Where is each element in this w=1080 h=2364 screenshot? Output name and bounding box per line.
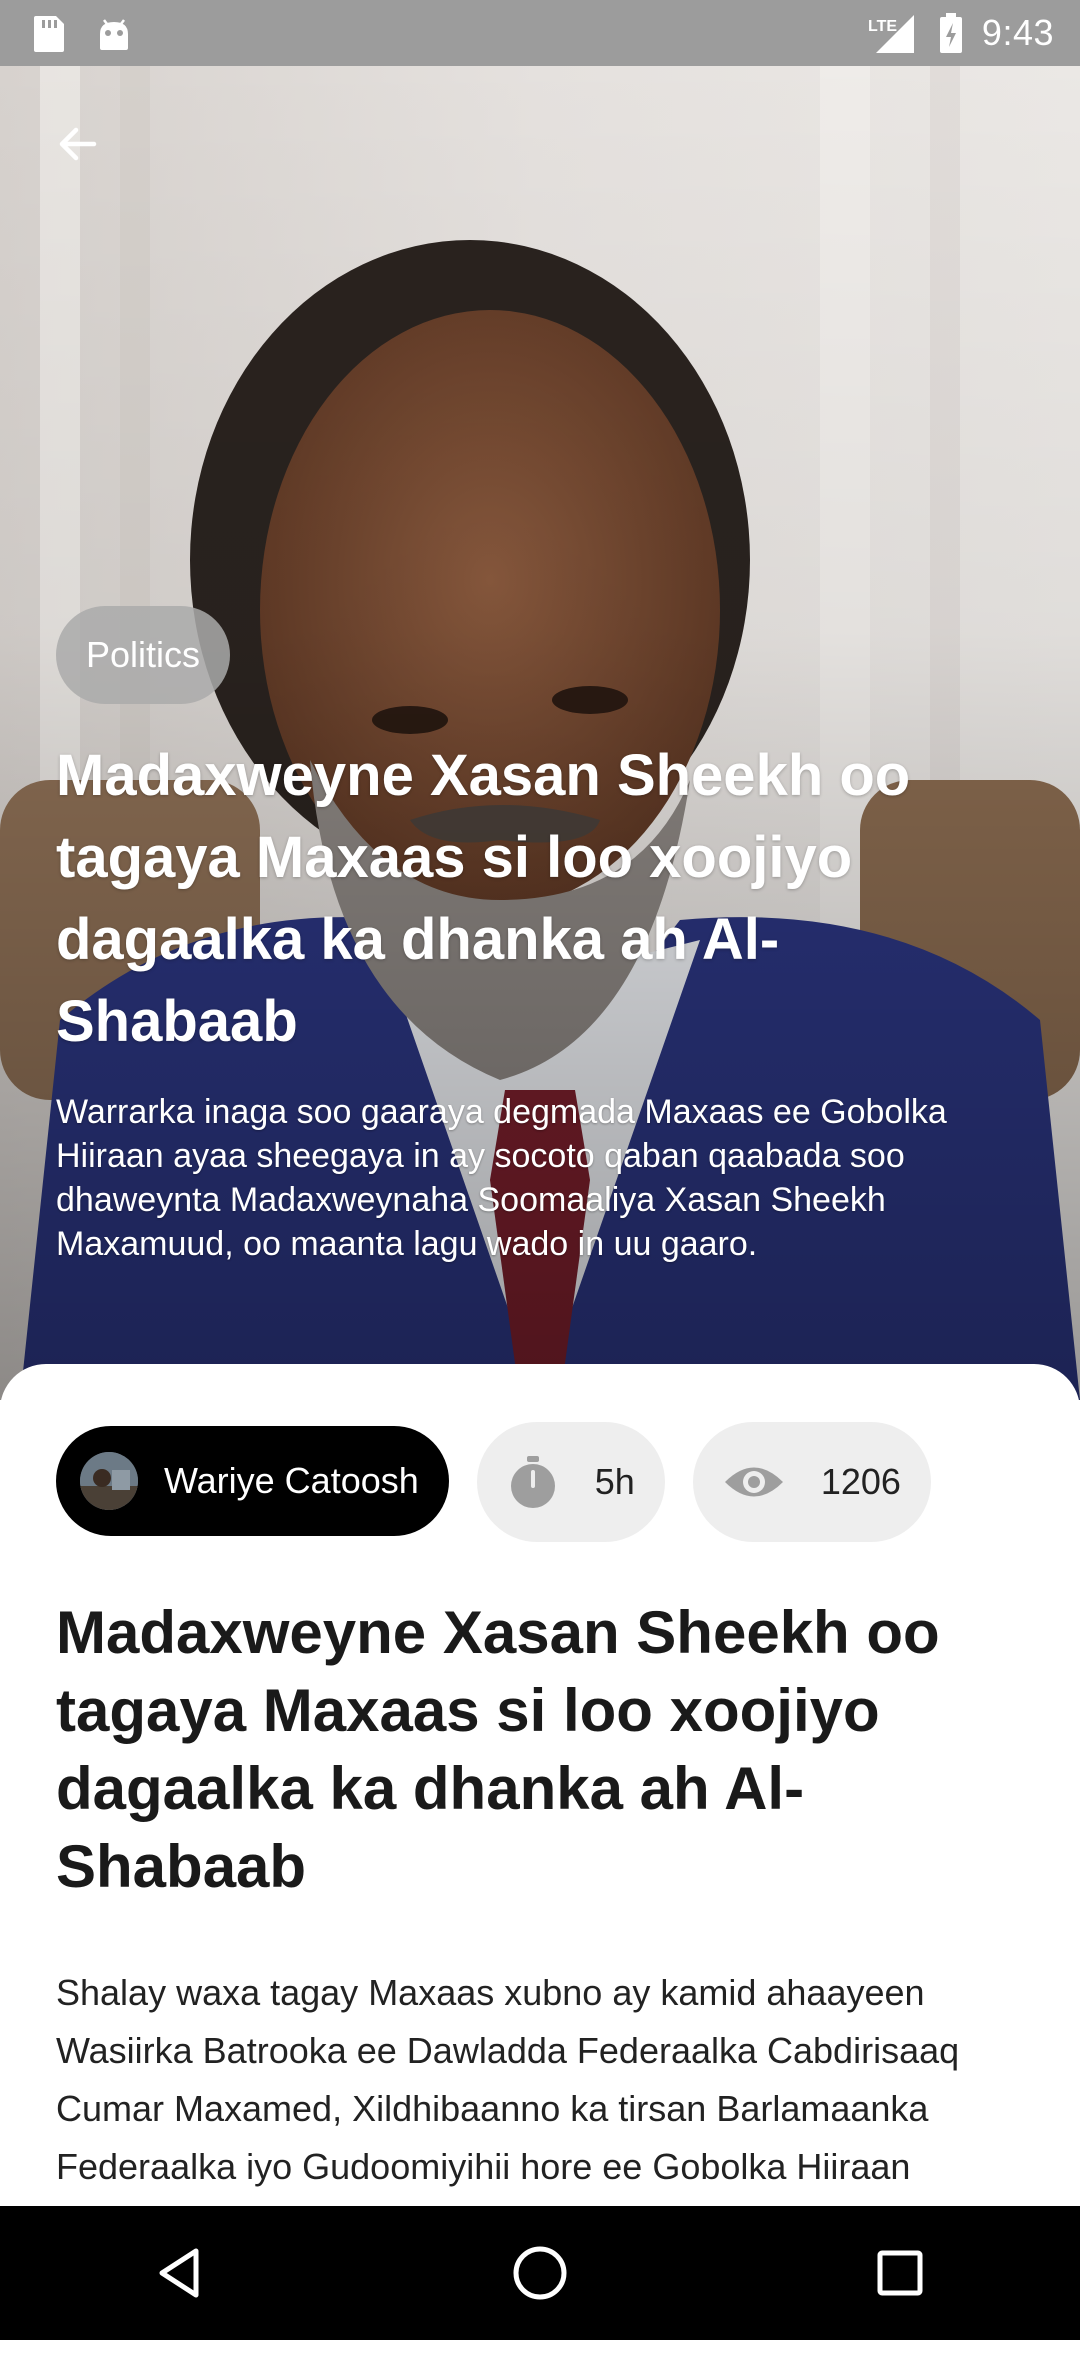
hero-image: Politics Madaxweyne Xasan Sheekh oo taga… xyxy=(0,0,1080,1400)
avatar xyxy=(80,1452,138,1510)
status-clock: 9:43 xyxy=(981,12,1054,53)
arrow-back-icon xyxy=(59,127,97,161)
meta-row: Wariye Catoosh 5h 1206 xyxy=(56,1422,931,1542)
eye-icon xyxy=(724,1467,783,1497)
author-name: Wariye Catoosh xyxy=(164,1460,419,1501)
nav-home-button[interactable] xyxy=(490,2223,590,2323)
author-avatar-image xyxy=(80,1452,138,1510)
back-button[interactable] xyxy=(46,112,110,176)
hero-summary: Warrarka inaga soo gaaraya degmada Maxaa… xyxy=(56,1093,947,1263)
article-body: Shalay waxa tagay Maxaas xubno ay kamid … xyxy=(56,1972,960,2187)
nav-back-button[interactable] xyxy=(130,2223,230,2323)
views-pill: 1206 xyxy=(692,1422,931,1542)
status-bar: LTE 9:43 xyxy=(0,0,1080,66)
network-label: LTE xyxy=(868,18,897,35)
nav-recents-button[interactable] xyxy=(850,2223,950,2323)
back-triangle-icon xyxy=(159,2248,199,2298)
author-chip[interactable]: Wariye Catoosh xyxy=(56,1426,449,1536)
home-circle-icon xyxy=(513,2246,567,2300)
category-chip[interactable]: Politics xyxy=(56,606,231,704)
lte-signal-icon: LTE xyxy=(868,15,914,53)
article-title: Madaxweyne Xasan Sheekh oo tagaya Maxaas… xyxy=(56,1599,940,1900)
system-nav-bar xyxy=(0,2206,1080,2340)
android-icon xyxy=(100,19,128,50)
stopwatch-icon xyxy=(510,1456,555,1508)
sd-card-icon xyxy=(34,16,64,52)
views-count: 1206 xyxy=(820,1461,901,1502)
time-pill: 5h xyxy=(476,1422,665,1542)
battery-charging-icon xyxy=(939,13,962,53)
recents-square-icon xyxy=(877,2250,923,2296)
time-ago: 5h xyxy=(594,1461,635,1502)
hero-title: Madaxweyne Xasan Sheekh oo tagaya Maxaas… xyxy=(56,743,911,1054)
